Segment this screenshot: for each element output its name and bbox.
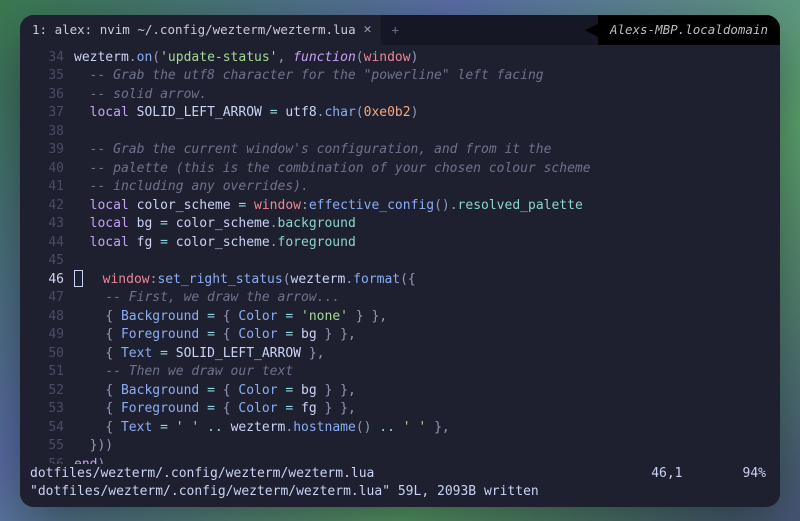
line-number: 48 [20,308,74,327]
line-number: 46 [20,271,74,290]
line-number: 47 [20,289,74,308]
line-number: 36 [20,86,74,105]
line-number: 34 [20,49,74,68]
code-line: 37 local SOLID_LEFT_ARROW = utf8.char(0x… [20,104,780,123]
code-line: 41 -- including any overrides). [20,178,780,197]
line-number: 35 [20,67,74,86]
code-line: 56end) [20,456,780,464]
code-line: 51 -- Then we draw our text [20,363,780,382]
line-content: end) [74,456,105,464]
line-number: 53 [20,400,74,419]
code-line: 47 -- First, we draw the arrow... [20,289,780,308]
code-line: 34wezterm.on('update-status', function(w… [20,49,780,68]
line-content: wezterm.on('update-status', function(win… [74,49,418,68]
line-content: })) [74,437,113,456]
line-content: -- Grab the current window's configurati… [74,141,551,160]
code-line: 35 -- Grab the utf8 character for the "p… [20,67,780,86]
status-path: dotfiles/wezterm/.config/wezterm/wezterm… [30,465,651,483]
line-content: { Foreground = { Color = bg } }, [74,326,356,345]
line-number: 38 [20,123,74,142]
line-content: { Text = ' ' .. wezterm.hostname() .. ' … [74,419,450,438]
line-content: local SOLID_LEFT_ARROW = utf8.char(0xe0b… [74,104,418,123]
code-line: 52 { Background = { Color = bg } }, [20,382,780,401]
code-line: 36 -- solid arrow. [20,86,780,105]
status-bar: dotfiles/wezterm/.config/wezterm/wezterm… [20,464,780,507]
code-line: 48 { Background = { Color = 'none' } }, [20,308,780,327]
line-number: 44 [20,234,74,253]
line-content: { Text = SOLID_LEFT_ARROW }, [74,345,324,364]
code-line: 40 -- palette (this is the combination o… [20,160,780,179]
line-content: -- Grab the utf8 character for the "powe… [74,67,544,86]
line-number: 54 [20,419,74,438]
line-number: 56 [20,456,74,464]
line-number: 50 [20,345,74,364]
line-content: -- palette (this is the combination of y… [74,160,591,179]
code-line: 43 local bg = color_scheme.background [20,215,780,234]
code-line: 54 { Text = ' ' .. wezterm.hostname() ..… [20,419,780,438]
line-number: 37 [20,104,74,123]
line-content: { Foreground = { Color = fg } }, [74,400,356,419]
line-content: { Background = { Color = 'none' } }, [74,308,387,327]
line-number: 41 [20,178,74,197]
tab-active[interactable]: 1: alex: nvim ~/.config/wezterm/wezterm.… [20,15,381,45]
line-content: local fg = color_scheme.foreground [74,234,356,253]
code-line: 50 { Text = SOLID_LEFT_ARROW }, [20,345,780,364]
right-status: ◀ Alexs-MBP.localdomain [585,15,780,45]
code-line: 39 -- Grab the current window's configur… [20,141,780,160]
powerline-left-arrow-icon: ◀ [585,19,598,41]
line-number: 40 [20,160,74,179]
code-line: 46 window:set_right_status(wezterm.forma… [20,271,780,290]
code-line: 42 local color_scheme = window:effective… [20,197,780,216]
cursor-icon [74,270,83,287]
code-line: 49 { Foreground = { Color = bg } }, [20,326,780,345]
line-number: 55 [20,437,74,456]
close-icon[interactable]: ✕ [364,22,372,37]
line-content: -- including any overrides). [74,178,309,197]
status-message: "dotfiles/wezterm/.config/wezterm/wezter… [30,483,770,501]
terminal-window: 1: alex: nvim ~/.config/wezterm/wezterm.… [20,15,780,507]
line-content: local bg = color_scheme.background [74,215,356,234]
code-line: 55 })) [20,437,780,456]
line-content: -- First, we draw the arrow... [74,289,340,308]
line-number: 42 [20,197,74,216]
status-cursor-pos: 46,1 [651,465,742,483]
line-number: 52 [20,382,74,401]
code-line: 38 [20,123,780,142]
hostname-label: Alexs-MBP.localdomain [598,15,780,45]
tab-title: 1: alex: nvim ~/.config/wezterm/wezterm.… [32,22,356,37]
code-area[interactable]: 34wezterm.on('update-status', function(w… [20,49,780,464]
tab-bar: 1: alex: nvim ~/.config/wezterm/wezterm.… [20,15,780,45]
code-line: 53 { Foreground = { Color = fg } }, [20,400,780,419]
line-content: { Background = { Color = bg } }, [74,382,356,401]
line-number: 45 [20,252,74,271]
code-line: 45 [20,252,780,271]
line-number: 43 [20,215,74,234]
line-content: window:set_right_status(wezterm.format({ [74,271,416,290]
line-number: 51 [20,363,74,382]
line-content: -- solid arrow. [74,86,207,105]
line-content: -- Then we draw our text [74,363,293,382]
line-number: 39 [20,141,74,160]
status-scroll-pct: 94% [743,465,770,483]
line-content: local color_scheme = window:effective_co… [74,197,583,216]
new-tab-button[interactable]: + [381,15,409,45]
code-line: 44 local fg = color_scheme.foreground [20,234,780,253]
editor-viewport[interactable]: 34wezterm.on('update-status', function(w… [20,45,780,464]
line-number: 49 [20,326,74,345]
